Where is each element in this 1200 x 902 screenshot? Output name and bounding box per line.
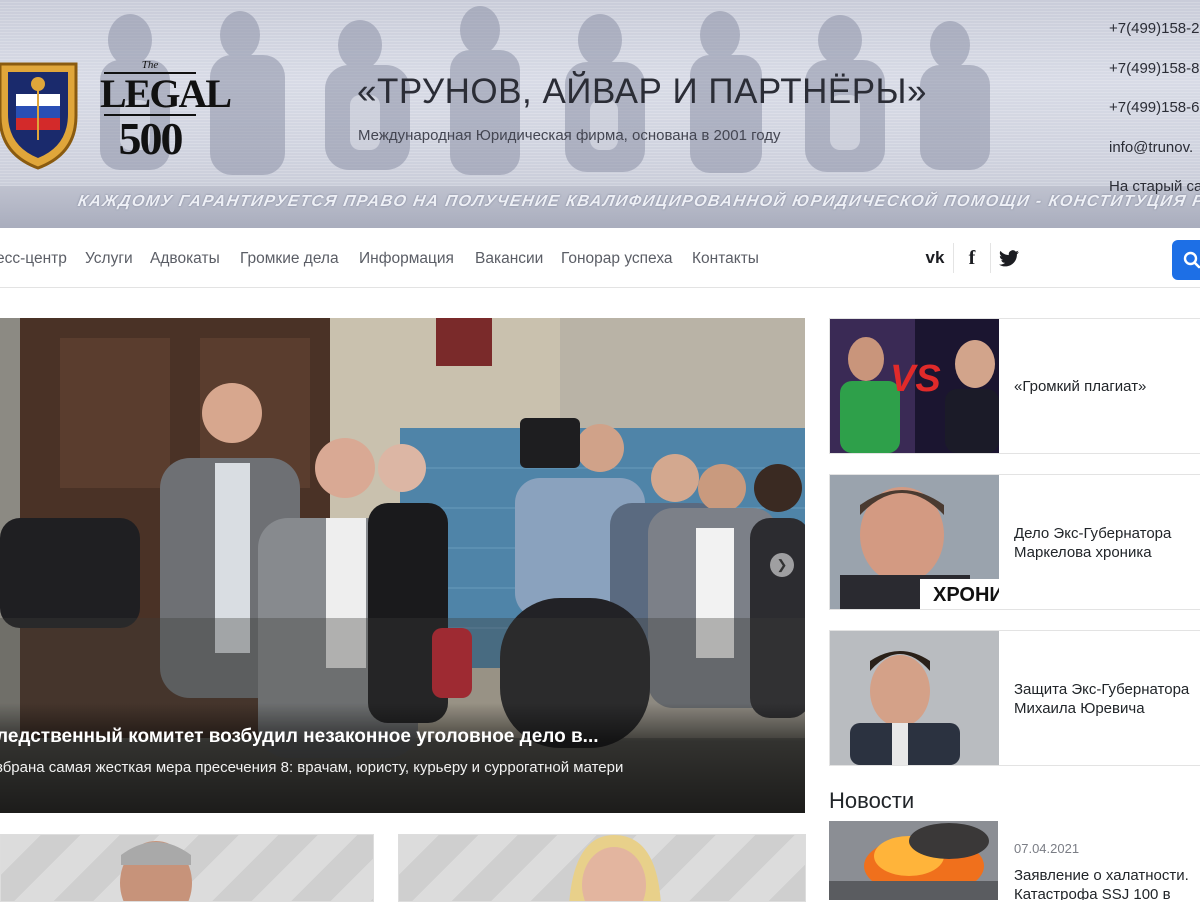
- nav-item-vacancies[interactable]: Вакансии: [475, 250, 543, 268]
- phone-link[interactable]: +7(499)158-8: [1109, 59, 1200, 99]
- header-banner: КАЖДОМУ ГАРАНТИРУЕТСЯ ПРАВО НА ПОЛУЧЕНИЕ…: [0, 0, 1200, 228]
- news-image: [829, 821, 998, 900]
- sidebar-card[interactable]: ХРОНИ Дело Экс-Губернатора Маркелова хро…: [829, 474, 1200, 610]
- motto-text: КАЖДОМУ ГАРАНТИРУЕТСЯ ПРАВО НА ПОЛУЧЕНИЕ…: [76, 193, 1200, 210]
- legal500-word: LEGAL: [100, 71, 232, 116]
- email-link[interactable]: info@trunov.: [1109, 138, 1200, 178]
- search-icon: [1183, 251, 1200, 269]
- chronicle-label: ХРОНИ: [933, 584, 999, 606]
- nav-item-information[interactable]: Информация: [359, 250, 454, 268]
- vs-graphic: VS: [890, 358, 941, 400]
- firm-subtitle: Международная Юридическая фирма, основан…: [358, 127, 781, 144]
- sidebar-card-image: ХРОНИ: [830, 475, 999, 609]
- news-title[interactable]: Заявление о халатности. Катастрофа SSJ 1…: [1014, 866, 1200, 900]
- lawyer-card[interactable]: [398, 834, 806, 902]
- nav-item-press-center[interactable]: есс-центр: [0, 250, 67, 268]
- search-button[interactable]: [1172, 240, 1200, 280]
- legal500-number: 500: [118, 113, 184, 164]
- slider-text: збрана самая жесткая мера пресечения 8: …: [0, 759, 624, 776]
- facebook-icon[interactable]: f: [954, 243, 990, 273]
- news-item[interactable]: 07.04.2021 Заявление о халатности. Катас…: [829, 821, 1200, 900]
- firm-name: «ТРУНОВ, АЙВАР И ПАРТНЁРЫ»: [357, 72, 928, 111]
- twitter-icon[interactable]: [991, 243, 1027, 273]
- sidebar-card-image: [830, 631, 999, 765]
- sidebar-card-title[interactable]: «Громкий плагиат»: [1014, 377, 1200, 396]
- sidebar-card[interactable]: Защита Экс-Губернатора Михаила Юревича: [829, 630, 1200, 766]
- phone-link[interactable]: +7(499)158-2: [1109, 19, 1200, 59]
- news-slider[interactable]: ледственный комитет возбудил незаконное …: [0, 318, 805, 813]
- contacts-block: +7(499)158-2 +7(499)158-8 +7(499)158-6 i…: [1109, 19, 1200, 217]
- nav-item-lawyers[interactable]: Адвокаты: [150, 250, 220, 268]
- firm-emblem-logo[interactable]: [0, 54, 84, 172]
- nav-item-high-profile-cases[interactable]: Громкие дела: [240, 250, 339, 268]
- sidebar-card[interactable]: VS «Громкий плагиат»: [829, 318, 1200, 454]
- sidebar-card-title[interactable]: Дело Экс-Губернатора Маркелова хроника: [1014, 524, 1200, 562]
- legal500-logo: The LEGAL 500: [100, 59, 232, 166]
- vk-icon[interactable]: vk: [917, 243, 953, 273]
- main-nav: есс-центр Услуги Адвокаты Громкие дела И…: [0, 229, 1200, 288]
- news-heading: Новости: [829, 788, 915, 813]
- nav-item-services[interactable]: Услуги: [85, 250, 133, 268]
- social-links: vk f: [917, 243, 1027, 273]
- nav-item-success-fee[interactable]: Гонорар успеха: [561, 250, 673, 268]
- lawyer-photo: [569, 835, 661, 901]
- lawyer-card[interactable]: [0, 834, 374, 902]
- lawyer-photo: [120, 841, 192, 901]
- slider-next-button[interactable]: ❯: [770, 553, 794, 577]
- slider-caption-overlay: [0, 703, 805, 813]
- sidebar-card-image: VS: [830, 319, 999, 453]
- old-site-link[interactable]: На старый са: [1109, 177, 1200, 217]
- sidebar-card-title[interactable]: Защита Экс-Губернатора Михаила Юревича: [1014, 680, 1200, 718]
- nav-item-contacts[interactable]: Контакты: [692, 250, 759, 268]
- legal500-the: The: [141, 59, 159, 71]
- news-date: 07.04.2021: [1014, 841, 1080, 856]
- phone-link[interactable]: +7(499)158-6: [1109, 98, 1200, 138]
- slider-title[interactable]: ледственный комитет возбудил незаконное …: [0, 726, 599, 748]
